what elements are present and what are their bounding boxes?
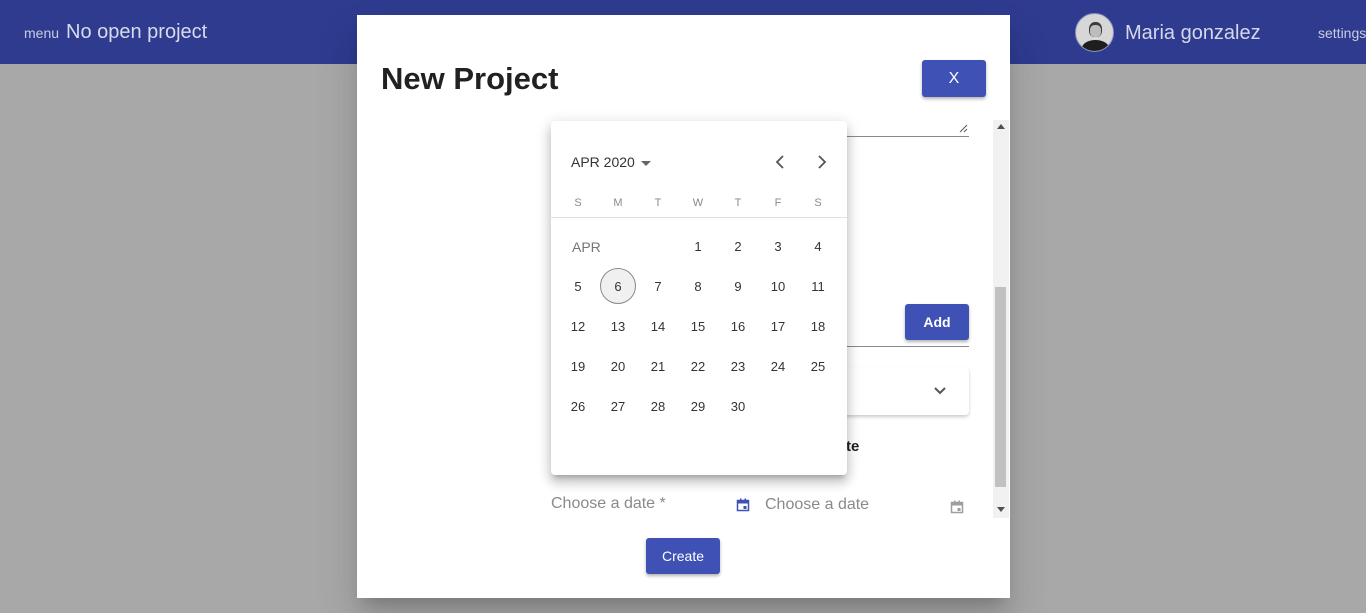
calendar-day-today[interactable]: 6 bbox=[600, 268, 636, 304]
calendar-day[interactable]: 28 bbox=[640, 388, 676, 424]
calendar-divider bbox=[551, 217, 847, 218]
scroll-down-arrow-icon[interactable] bbox=[997, 507, 1005, 512]
calendar-day[interactable]: 8 bbox=[680, 268, 716, 304]
user-avatar[interactable] bbox=[1075, 13, 1114, 52]
expansion-panel[interactable] bbox=[844, 367, 969, 415]
calendar-day[interactable]: 4 bbox=[800, 228, 836, 264]
calendar-day[interactable]: 18 bbox=[800, 308, 836, 344]
avatar-body-shape bbox=[1082, 40, 1109, 51]
calendar-day[interactable]: 14 bbox=[640, 308, 676, 344]
weekday-label: T bbox=[654, 197, 662, 209]
month-label: APR bbox=[572, 239, 601, 255]
period-selector-button[interactable]: APR 2020 bbox=[571, 154, 651, 170]
scroll-thumb[interactable] bbox=[995, 287, 1006, 487]
calendar-day[interactable]: 25 bbox=[800, 348, 836, 384]
calendar-day[interactable]: 26 bbox=[560, 388, 596, 424]
calendar-day[interactable]: 11 bbox=[800, 268, 836, 304]
calendar-day[interactable]: 22 bbox=[680, 348, 716, 384]
weekday-label: W bbox=[692, 197, 704, 209]
calendar-day[interactable]: 27 bbox=[600, 388, 636, 424]
calendar-icon[interactable] bbox=[736, 498, 750, 512]
settings-button[interactable]: settings bbox=[1318, 25, 1366, 41]
calendar-day[interactable]: 3 bbox=[760, 228, 796, 264]
chevron-down-icon[interactable] bbox=[932, 382, 948, 398]
calendar-day[interactable]: 17 bbox=[760, 308, 796, 344]
resize-grip-icon[interactable] bbox=[959, 124, 968, 133]
calendar-day[interactable]: 15 bbox=[680, 308, 716, 344]
calendar-icon[interactable] bbox=[950, 500, 964, 514]
calendar-day[interactable]: 23 bbox=[720, 348, 756, 384]
avatar-face-shape bbox=[1090, 25, 1101, 37]
close-button[interactable]: X bbox=[922, 60, 986, 97]
user-name[interactable]: Maria gonzalez bbox=[1125, 22, 1261, 45]
calendar-day[interactable]: 24 bbox=[760, 348, 796, 384]
scroll-up-arrow-icon[interactable] bbox=[997, 124, 1005, 129]
start-date-input[interactable]: Choose a date * bbox=[551, 495, 666, 513]
calendar-day[interactable]: 21 bbox=[640, 348, 676, 384]
calendar-day[interactable]: 16 bbox=[720, 308, 756, 344]
dropdown-arrow-icon bbox=[640, 160, 651, 166]
calendar-day[interactable]: 13 bbox=[600, 308, 636, 344]
weekday-label: S bbox=[814, 197, 822, 209]
project-title: No open project bbox=[66, 21, 208, 43]
weekday-label: M bbox=[613, 197, 623, 209]
calendar-day[interactable]: 12 bbox=[560, 308, 596, 344]
menu-button[interactable]: menu bbox=[24, 25, 59, 41]
weekday-header: S M T W T F S bbox=[558, 197, 838, 209]
create-button[interactable]: Create bbox=[646, 538, 720, 574]
dialog-scrollbar[interactable] bbox=[993, 120, 1009, 518]
period-label: APR 2020 bbox=[571, 154, 635, 170]
chevron-left-icon[interactable] bbox=[773, 154, 789, 170]
calendar-day[interactable]: 5 bbox=[560, 268, 596, 304]
calendar-day[interactable]: 10 bbox=[760, 268, 796, 304]
weekday-label: T bbox=[734, 197, 742, 209]
calendar-day[interactable]: 20 bbox=[600, 348, 636, 384]
calendar-day[interactable]: 7 bbox=[640, 268, 676, 304]
calendar-day[interactable]: 29 bbox=[680, 388, 716, 424]
calendar-day[interactable]: 1 bbox=[680, 228, 716, 264]
add-button[interactable]: Add bbox=[905, 304, 969, 340]
add-member-input[interactable] bbox=[844, 346, 969, 347]
end-date-input[interactable]: Choose a date bbox=[765, 496, 869, 514]
chevron-right-icon[interactable] bbox=[813, 154, 829, 170]
description-textarea[interactable] bbox=[844, 136, 969, 137]
dialog-title: New Project bbox=[381, 61, 559, 96]
calendar-day[interactable]: 2 bbox=[720, 228, 756, 264]
date-section-label: te bbox=[846, 438, 860, 455]
weekday-label: S bbox=[574, 197, 582, 209]
calendar-day[interactable]: 30 bbox=[720, 388, 756, 424]
calendar-day[interactable]: 19 bbox=[560, 348, 596, 384]
calendar-day[interactable]: 9 bbox=[720, 268, 756, 304]
datepicker-popup: APR 2020 S M T W T F S APR 1 2 3 4 5 6 7 8 9 10 11… bbox=[551, 121, 847, 475]
weekday-label: F bbox=[774, 197, 782, 209]
